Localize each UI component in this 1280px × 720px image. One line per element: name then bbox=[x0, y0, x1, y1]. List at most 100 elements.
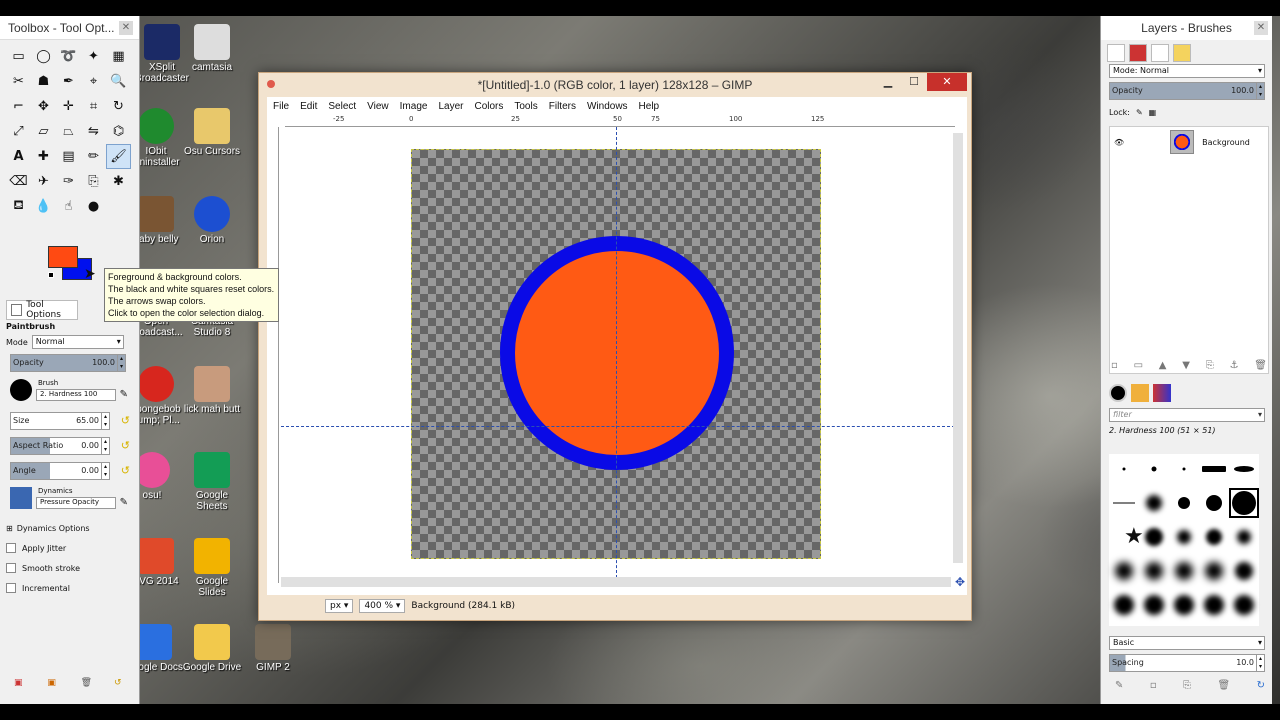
ellipse-select-icon[interactable]: ◯ bbox=[31, 44, 56, 69]
pencil-icon[interactable]: ✏ bbox=[81, 144, 106, 169]
tab-patterns[interactable] bbox=[1131, 384, 1149, 402]
opacity-slider[interactable]: Opacity 100.0 ▴ ▾ bbox=[10, 354, 126, 372]
menu-colors[interactable]: Colors bbox=[474, 101, 503, 112]
menu-image[interactable]: Image bbox=[400, 101, 428, 112]
eye-icon[interactable]: 👁 bbox=[1114, 138, 1124, 147]
dodge-icon[interactable]: ● bbox=[81, 194, 106, 219]
delete-layer-icon[interactable]: 🗑 bbox=[1254, 360, 1267, 371]
reset-icon[interactable]: ↺ bbox=[121, 439, 130, 452]
perspective-icon[interactable]: ⏢ bbox=[56, 119, 81, 144]
flip-icon[interactable]: ⇋ bbox=[81, 119, 106, 144]
lower-layer-icon[interactable]: ▼ bbox=[1182, 360, 1190, 371]
brush-item[interactable] bbox=[1111, 456, 1137, 482]
vertical-ruler[interactable] bbox=[267, 127, 279, 583]
close-icon[interactable]: ✕ bbox=[1254, 21, 1268, 35]
brush-select[interactable]: 2. Hardness 100 bbox=[36, 389, 116, 401]
spin-icon[interactable]: ▴ ▾ bbox=[1256, 655, 1264, 671]
delete-options-icon[interactable]: 🗑 bbox=[81, 678, 93, 690]
brush-item[interactable] bbox=[1171, 558, 1197, 584]
menu-edit[interactable]: Edit bbox=[300, 101, 317, 112]
horizontal-guide[interactable] bbox=[281, 426, 955, 427]
zoom-select[interactable]: 400 % ▾ bbox=[359, 599, 406, 613]
blend-icon[interactable]: ▤ bbox=[56, 144, 81, 169]
angle-slider[interactable]: Angle 0.00 ▴ ▾ bbox=[10, 462, 110, 480]
reset-options-icon[interactable]: ↺ bbox=[114, 678, 126, 690]
smudge-icon[interactable]: ☝ bbox=[56, 194, 81, 219]
size-slider[interactable]: Size 65.00 ▴ ▾ bbox=[10, 412, 110, 430]
spin-icon[interactable]: ▴ ▾ bbox=[1256, 83, 1264, 99]
brush-item[interactable]: ★ bbox=[1111, 524, 1144, 550]
unit-select[interactable]: px ▾ bbox=[325, 599, 354, 613]
layer-opacity-slider[interactable]: Opacity 100.0 ▴ ▾ bbox=[1109, 82, 1265, 100]
layer-row[interactable]: 👁 Background bbox=[1110, 127, 1268, 157]
select-by-color-icon[interactable]: ▦ bbox=[106, 44, 131, 69]
brush-item[interactable] bbox=[1171, 456, 1197, 482]
fuzzy-select-icon[interactable]: ✦ bbox=[81, 44, 106, 69]
eraser-icon[interactable]: ⌫ bbox=[6, 169, 31, 194]
desktop-icon-photo[interactable]: lick mah butt bbox=[182, 366, 242, 415]
new-brush-icon[interactable]: ▫ bbox=[1150, 680, 1157, 691]
raise-layer-icon[interactable]: ▲ bbox=[1159, 360, 1167, 371]
apply-jitter-checkbox[interactable]: Apply Jitter bbox=[6, 538, 132, 558]
horizontal-ruler[interactable]: 0 -25 25 50 75 100 125 bbox=[285, 115, 955, 127]
desktop-icon-camtasia[interactable]: camtasia bbox=[182, 24, 242, 73]
brush-preview-icon[interactable] bbox=[10, 379, 32, 401]
menu-view[interactable]: View bbox=[367, 101, 389, 112]
new-group-icon[interactable]: ▭ bbox=[1134, 360, 1143, 371]
desktop-icon-osu-cursors[interactable]: Osu Cursors bbox=[182, 108, 242, 157]
brush-item[interactable] bbox=[1111, 592, 1137, 618]
vertical-guide[interactable] bbox=[616, 127, 617, 583]
foreground-select-icon[interactable]: ☗ bbox=[31, 69, 56, 94]
duplicate-brush-icon[interactable]: ⎘ bbox=[1183, 680, 1191, 691]
brush-item[interactable] bbox=[1231, 558, 1257, 584]
layers-titlebar[interactable]: Layers - Brushes ✕ bbox=[1101, 16, 1272, 40]
brush-item[interactable] bbox=[1171, 490, 1197, 516]
blur-icon[interactable]: 💧 bbox=[31, 194, 56, 219]
edit-brush-icon[interactable]: ✎ bbox=[1115, 680, 1123, 691]
canvas-area[interactable]: 0 -25 25 50 75 100 125 ✥ bbox=[267, 115, 967, 615]
heal-icon[interactable]: ✚ bbox=[31, 144, 56, 169]
color-picker-icon[interactable]: ⌖ bbox=[81, 69, 106, 94]
brush-item[interactable] bbox=[1201, 490, 1227, 516]
dynamics-options-expander[interactable]: ⊞ Dynamics Options bbox=[6, 518, 132, 538]
brush-item[interactable] bbox=[1171, 524, 1197, 550]
shear-icon[interactable]: ▱ bbox=[31, 119, 56, 144]
crop-icon[interactable]: ⌗ bbox=[81, 94, 106, 119]
tab-layers[interactable] bbox=[1107, 44, 1125, 62]
menu-help[interactable]: Help bbox=[639, 101, 660, 112]
incremental-checkbox[interactable]: Incremental bbox=[6, 578, 132, 598]
restore-options-icon[interactable]: ▣ bbox=[47, 678, 59, 690]
measure-icon[interactable]: ⌐ bbox=[6, 94, 31, 119]
spin-icon[interactable]: ▴ ▾ bbox=[117, 355, 125, 371]
ink-icon[interactable]: ✑ bbox=[56, 169, 81, 194]
move-icon[interactable]: ✥ bbox=[31, 94, 56, 119]
close-icon[interactable]: ✕ bbox=[927, 73, 967, 91]
foreground-color-swatch[interactable] bbox=[48, 246, 78, 268]
new-layer-icon[interactable]: ▫ bbox=[1111, 360, 1118, 371]
desktop-icon-gimp[interactable]: GIMP 2 bbox=[243, 624, 303, 673]
anchor-icon[interactable]: ⚓ bbox=[1230, 360, 1239, 371]
maximize-icon[interactable]: ☐ bbox=[901, 73, 927, 91]
clone-icon[interactable]: ⎘ bbox=[81, 169, 106, 194]
brush-item[interactable] bbox=[1141, 524, 1167, 550]
refresh-brushes-icon[interactable]: ↻ bbox=[1257, 680, 1265, 691]
edit-icon[interactable]: ✎ bbox=[120, 497, 128, 508]
desktop-icon-google-sheets[interactable]: Google Sheets bbox=[182, 452, 242, 512]
reset-icon[interactable]: ↺ bbox=[121, 464, 130, 477]
minimize-icon[interactable]: ▁ bbox=[875, 73, 901, 91]
brush-item[interactable] bbox=[1201, 456, 1227, 482]
scissors-icon[interactable]: ✂ bbox=[6, 69, 31, 94]
brush-set-select[interactable]: Basic ▾ bbox=[1109, 636, 1265, 650]
brush-item[interactable] bbox=[1141, 456, 1167, 482]
brush-item[interactable] bbox=[1201, 558, 1227, 584]
image-window-titlebar[interactable]: *[Untitled]-1.0 (RGB color, 1 layer) 128… bbox=[259, 73, 971, 97]
menu-tools[interactable]: Tools bbox=[514, 101, 537, 112]
brush-item[interactable] bbox=[1141, 558, 1167, 584]
spin-icon[interactable]: ▴ ▾ bbox=[101, 463, 109, 479]
mode-select[interactable]: Normal ▾ bbox=[31, 335, 124, 349]
dynamics-icon[interactable] bbox=[10, 487, 32, 509]
rotate-icon[interactable]: ↻ bbox=[106, 94, 131, 119]
brush-item[interactable] bbox=[1201, 592, 1227, 618]
tab-paths[interactable] bbox=[1151, 44, 1169, 62]
brush-item[interactable] bbox=[1231, 592, 1257, 618]
